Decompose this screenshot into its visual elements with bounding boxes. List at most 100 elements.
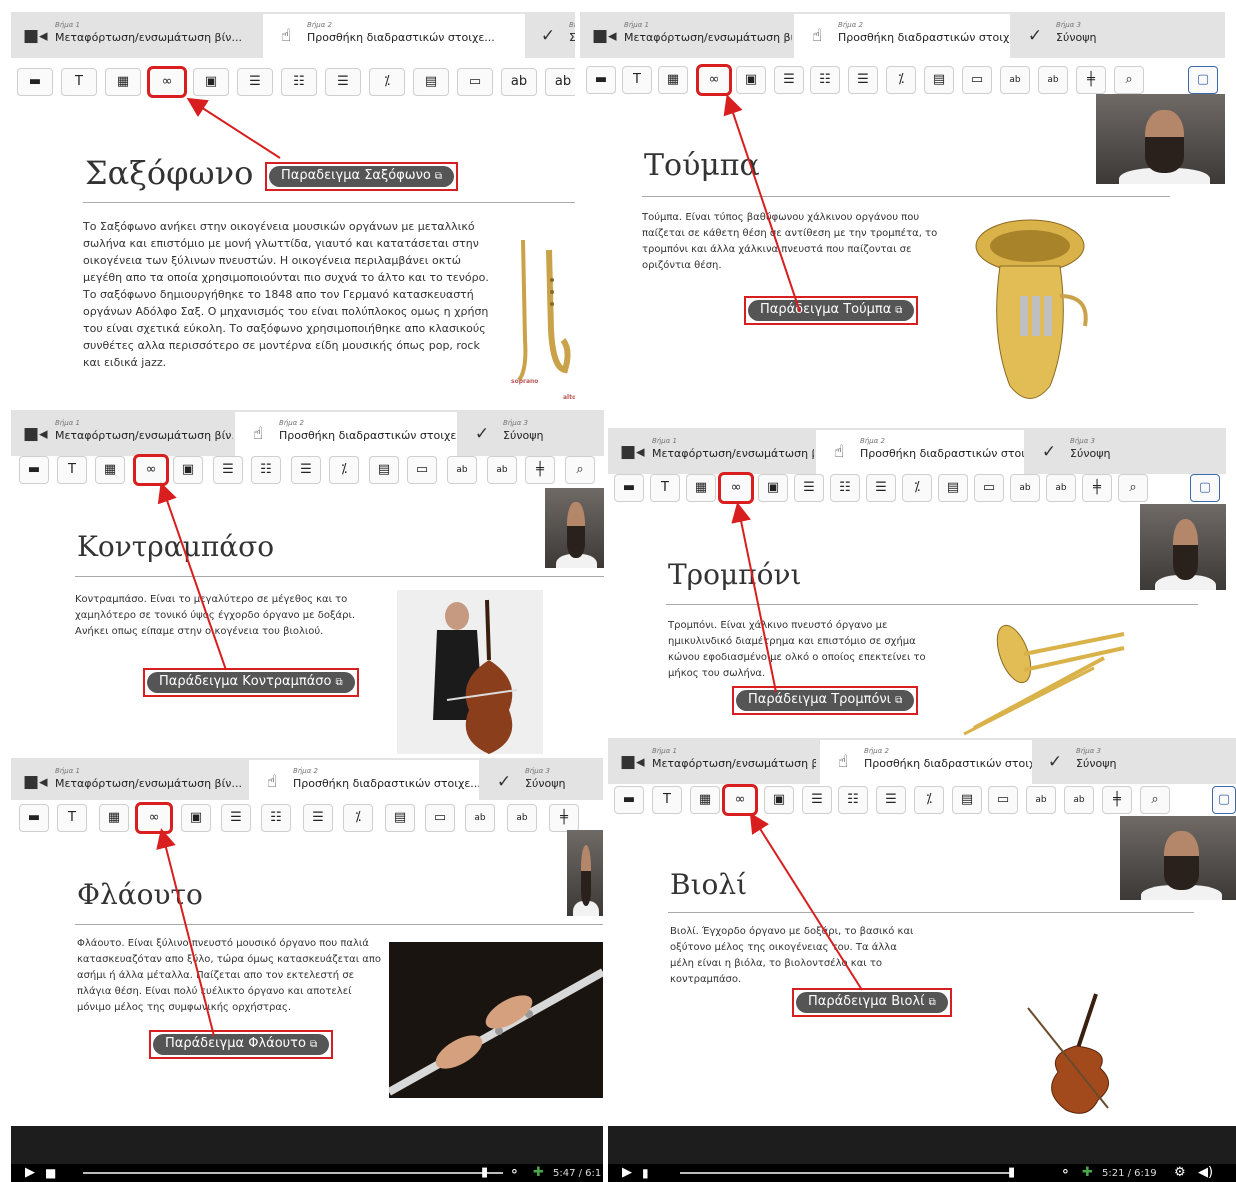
tab-step2[interactable]: ☝ Βήμα 2 Προσθήκη διαδραστικών στοιχε... (816, 430, 1024, 474)
tab-step3[interactable]: ✓ Βήμα 3 Σύνοψη (459, 412, 599, 456)
tab-step3[interactable]: ✓ Βήμα 3 Σύνοψη (1032, 740, 1172, 784)
tab-step1[interactable]: ■◂ Βήμα 1 Μεταφόρτωση/ενσωμάτωση βίν... (11, 412, 233, 456)
mark-words-tool-button[interactable]: ab (1010, 474, 1040, 502)
image-tool-button[interactable]: ▣ (758, 474, 788, 502)
multi-choice-tool-button[interactable]: ☰ (866, 474, 896, 502)
tab-step2[interactable]: ☝ Βήμα 2 Προσθήκη διαδραστικών στοιχε... (235, 412, 457, 456)
single-choice-tool-button[interactable]: ☷ (261, 804, 291, 832)
label-tool-button[interactable]: ▬ (19, 456, 49, 484)
label-tool-button[interactable]: ▬ (17, 68, 53, 96)
add-marker-icon[interactable]: ✚ (533, 1165, 544, 1180)
navigation-hotspot-tool-button[interactable]: ⌕ (1114, 66, 1144, 94)
percent-tool-button[interactable]: ⁒ (886, 66, 916, 94)
single-choice-tool-button[interactable]: ☷ (830, 474, 860, 502)
link-tool-button[interactable]: ∞ (133, 454, 169, 486)
text-tool-button[interactable]: T (61, 68, 97, 96)
tab-step1[interactable]: ■◂ Βήμα 1 Μεταφόρτωση/ενσωμάτωση βίν... (11, 760, 247, 804)
mark-words-tool-button[interactable]: ab (1026, 786, 1056, 814)
settings-icon[interactable]: ⚙ (1174, 1165, 1186, 1180)
example-link-button[interactable]: Παράδειγμα Βιολί ⧉ (796, 992, 948, 1013)
label-tool-button[interactable]: ▬ (586, 66, 616, 94)
tab-step3[interactable]: ✓ Βήμα 3 Σύνοψη (1026, 430, 1166, 474)
crossroads-tool-button[interactable]: ╪ (525, 456, 555, 484)
drag-text-tool-button[interactable]: ▤ (369, 456, 399, 484)
bookmark-icon[interactable]: ▮ (642, 1166, 649, 1180)
tab-step3[interactable]: ✓ Βήμα 3 Σύνοψη (481, 760, 603, 804)
bookmark-icon[interactable]: ▮ (1008, 1165, 1015, 1180)
percent-tool-button[interactable]: ⁒ (343, 804, 373, 832)
navigation-hotspot-tool-button[interactable]: ⌕ (565, 456, 595, 484)
link-tool-button[interactable]: ∞ (718, 472, 754, 504)
table-tool-button[interactable]: ▦ (95, 456, 125, 484)
drag-text-tool-button[interactable]: ▤ (952, 786, 982, 814)
tab-step3[interactable]: ✓ Βήμα 3 Σύνοψη (1012, 14, 1142, 58)
multi-choice-tool-button[interactable]: ☰ (303, 804, 333, 832)
link-tool-button[interactable]: ∞ (147, 66, 187, 98)
bookmark-icon[interactable]: ▮ (481, 1165, 488, 1180)
volume-icon[interactable]: ◀) (1198, 1165, 1213, 1180)
table-tool-button[interactable]: ▦ (686, 474, 716, 502)
crossroads-tool-button[interactable]: ╪ (1082, 474, 1112, 502)
seek-bar[interactable] (680, 1172, 1010, 1174)
drag-text-tool-button[interactable]: ▤ (385, 804, 415, 832)
link-tool-button[interactable]: ∞ (696, 64, 732, 96)
image-tool-button[interactable]: ▣ (193, 68, 229, 96)
table-tool-button[interactable]: ▦ (658, 66, 688, 94)
link-tool-button[interactable]: ∞ (135, 802, 173, 834)
tab-step2[interactable]: ☝ Βήμα 2 Προσθήκη διαδραστικών στοιχε... (820, 740, 1032, 784)
image-tool-button[interactable]: ▣ (764, 786, 794, 814)
tab-step2[interactable]: ☝ Βήμα 2 Προσθήκη διαδραστικών στοιχε... (249, 760, 479, 804)
percent-tool-button[interactable]: ⁒ (329, 456, 359, 484)
mark-words-tool-button[interactable]: ab (501, 68, 537, 96)
statements-tool-button[interactable]: ☰ (774, 66, 804, 94)
single-choice-tool-button[interactable]: ☷ (281, 68, 317, 96)
text-tool-button[interactable]: T (652, 786, 682, 814)
dialog-tool-button[interactable]: ▭ (962, 66, 992, 94)
example-link-button[interactable]: Παραδειγμα Σαξόφωνο ⧉ (269, 166, 455, 187)
example-link-button[interactable]: Παράδειγμα Τούμπα ⧉ (748, 300, 915, 321)
percent-tool-button[interactable]: ⁒ (902, 474, 932, 502)
statements-tool-button[interactable]: ☰ (794, 474, 824, 502)
tab-step2[interactable]: ☝ Βήμα 2 Προσθήκη διαδραστικών στοιχε... (794, 14, 1010, 58)
summary-tool-button[interactable]: ▢ (1190, 474, 1220, 502)
seek-bar[interactable] (83, 1172, 503, 1174)
link-tool-button[interactable]: ∞ (722, 784, 758, 816)
dialog-tool-button[interactable]: ▭ (988, 786, 1018, 814)
interaction-marker-icon[interactable]: ⚬ (1060, 1165, 1071, 1180)
multi-choice-tool-button[interactable]: ☰ (291, 456, 321, 484)
label-tool-button[interactable]: ▬ (614, 474, 644, 502)
drag-text-tool-button[interactable]: ▤ (938, 474, 968, 502)
crossroads-tool-button[interactable]: ╪ (1076, 66, 1106, 94)
mark-words-tool-button[interactable]: ab (447, 456, 477, 484)
crossroads-tool-button[interactable]: ╪ (549, 804, 579, 832)
fill-blanks-tool-button[interactable]: ab (1046, 474, 1076, 502)
table-tool-button[interactable]: ▦ (690, 786, 720, 814)
tab-step1[interactable]: ■◂ Βήμα 1 Μεταφόρτωση/ενσωμάτωση βίν... (608, 740, 816, 784)
tab-step1[interactable]: ■◂ Βήμα 1 Μεταφόρτωση/ενσωμάτωση βίν... (608, 430, 814, 474)
mark-words-tool-button[interactable]: ab (465, 804, 495, 832)
example-link-button[interactable]: Παράδειγμα Τρομπόνι ⧉ (736, 690, 915, 711)
single-choice-tool-button[interactable]: ☷ (810, 66, 840, 94)
multi-choice-tool-button[interactable]: ☰ (876, 786, 906, 814)
statements-tool-button[interactable]: ☰ (213, 456, 243, 484)
crossroads-tool-button[interactable]: ╪ (1102, 786, 1132, 814)
percent-tool-button[interactable]: ⁒ (914, 786, 944, 814)
play-icon[interactable]: ▶ (622, 1165, 632, 1180)
drag-text-tool-button[interactable]: ▤ (413, 68, 449, 96)
example-link-button[interactable]: Παράδειγμα Φλάουτο ⧉ (153, 1034, 330, 1055)
statements-tool-button[interactable]: ☰ (802, 786, 832, 814)
text-tool-button[interactable]: T (622, 66, 652, 94)
fill-blanks-tool-button[interactable]: ab (1038, 66, 1068, 94)
statements-tool-button[interactable]: ☰ (237, 68, 273, 96)
statements-tool-button[interactable]: ☰ (221, 804, 251, 832)
summary-tool-button[interactable]: ▢ (1212, 786, 1236, 814)
tab-step3[interactable]: ✓ Βή Σύ (525, 14, 575, 58)
play-icon[interactable]: ▶ (25, 1165, 35, 1180)
drag-text-tool-button[interactable]: ▤ (924, 66, 954, 94)
percent-tool-button[interactable]: ⁒ (369, 68, 405, 96)
dialog-tool-button[interactable]: ▭ (457, 68, 493, 96)
stop-icon[interactable]: ■ (45, 1166, 56, 1180)
text-tool-button[interactable]: T (57, 456, 87, 484)
mark-words-tool-button[interactable]: ab (1000, 66, 1030, 94)
example-link-button[interactable]: Παράδειγμα Κοντραμπάσο ⧉ (147, 672, 355, 693)
